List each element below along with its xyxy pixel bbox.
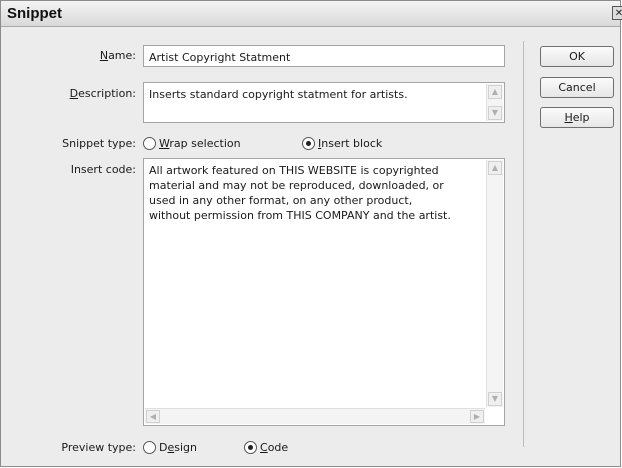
insert-code-label: Insert code: xyxy=(70,163,136,176)
scroll-down-icon[interactable]: ▼ xyxy=(488,392,502,406)
design-radio[interactable]: Design xyxy=(143,440,213,456)
cancel-button[interactable]: Cancel xyxy=(540,77,614,98)
wrap-selection-label: Wrap selection xyxy=(159,137,241,150)
name-input[interactable]: Artist Copyright Statment xyxy=(143,45,505,67)
insert-block-label: Insert block xyxy=(318,137,383,150)
description-label: Description: xyxy=(69,87,136,100)
code-radio[interactable]: Code xyxy=(244,440,304,456)
scroll-right-icon[interactable]: ▶ xyxy=(470,410,484,423)
design-label: Design xyxy=(159,441,198,454)
code-label: Code xyxy=(260,441,289,454)
scroll-up-icon[interactable]: ▲ xyxy=(488,85,502,99)
scroll-left-icon[interactable]: ◀ xyxy=(146,410,160,423)
description-scrollbar[interactable]: ▲ ▼ xyxy=(486,84,503,121)
insert-code-value: All artwork featured on THIS WEBSITE is … xyxy=(149,164,451,222)
name-label: Name: xyxy=(99,49,136,62)
description-value: Inserts standard copyright statment for … xyxy=(149,88,408,101)
radio-button-icon[interactable] xyxy=(143,137,156,150)
help-button[interactable]: Help xyxy=(540,107,614,128)
insert-block-radio[interactable]: Insert block xyxy=(302,136,392,152)
vertical-divider xyxy=(523,41,524,447)
radio-button-icon[interactable] xyxy=(143,441,156,454)
name-value: Artist Copyright Statment xyxy=(149,51,291,64)
title-bar[interactable]: Snippet ✕ xyxy=(1,1,622,27)
wrap-selection-radio[interactable]: Wrap selection xyxy=(143,136,253,152)
scroll-up-icon[interactable]: ▲ xyxy=(488,161,502,175)
description-textarea[interactable]: Inserts standard copyright statment for … xyxy=(143,82,505,123)
insert-code-vertical-scrollbar[interactable]: ▲ ▼ xyxy=(486,160,503,407)
ok-button[interactable]: OK xyxy=(540,46,614,67)
dialog-title: Snippet xyxy=(7,5,62,22)
preview-type-label: Preview type: xyxy=(61,441,136,454)
snippet-type-label: Snippet type: xyxy=(62,137,136,150)
snippet-dialog: Snippet ✕ Name: Artist Copyright Statmen… xyxy=(0,0,622,467)
close-icon[interactable]: ✕ xyxy=(612,6,622,20)
scroll-down-icon[interactable]: ▼ xyxy=(488,106,502,120)
insert-code-horizontal-scrollbar[interactable]: ◀ ▶ xyxy=(145,408,485,424)
radio-button-selected-icon[interactable] xyxy=(302,137,315,150)
radio-button-selected-icon[interactable] xyxy=(244,441,257,454)
insert-code-textarea[interactable]: All artwork featured on THIS WEBSITE is … xyxy=(143,158,505,426)
